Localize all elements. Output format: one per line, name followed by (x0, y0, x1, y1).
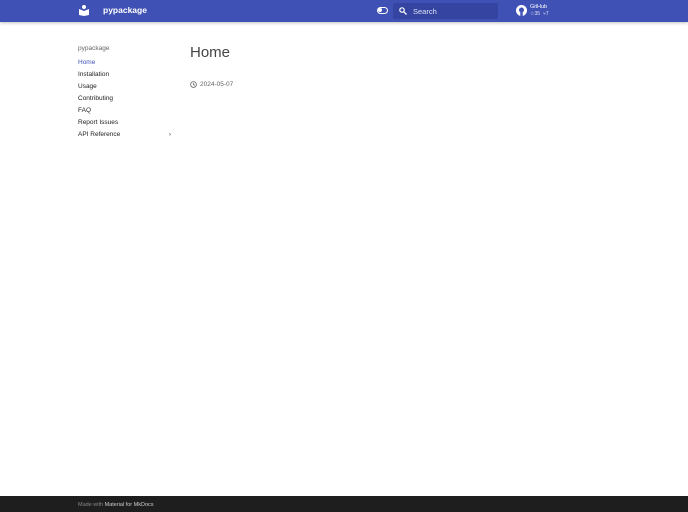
revision-date: 2024-05-07 (190, 81, 233, 88)
clock-icon (190, 81, 197, 88)
search-icon (399, 7, 407, 15)
repo-forks: 7 (545, 11, 549, 17)
sidebar-item-contributing[interactable]: Contributing (78, 93, 173, 105)
sidebar-item-home[interactable]: Home (78, 57, 173, 69)
sidebar-heading: pypackage (78, 45, 110, 52)
sidebar-nav: pypackage Home Installation Usage Contri… (78, 45, 173, 141)
repo-stats: ☆35 ⑂7 (530, 11, 549, 17)
footer: Made with Material for MkDocs (0, 496, 688, 512)
search-placeholder: Search (413, 7, 437, 16)
date-text: 2024-05-07 (200, 81, 234, 89)
sidebar-item-installation[interactable]: Installation (78, 69, 173, 81)
sidebar-item-faq[interactable]: FAQ (78, 105, 173, 117)
sidebar-item-label: API Reference (78, 131, 121, 138)
chevron-right-icon[interactable]: › (169, 129, 171, 141)
repo-stars: 35 (534, 11, 541, 17)
sidebar-item-report-issues[interactable]: Report Issues (78, 117, 173, 129)
repo-name[interactable]: GitHub (530, 4, 547, 10)
page-title: Home (190, 44, 231, 61)
site-title[interactable]: pypackage (103, 5, 147, 15)
footer-link[interactable]: Material for MkDocs (105, 502, 154, 508)
github-icon[interactable] (516, 5, 527, 16)
sidebar-item-api-reference[interactable]: API Reference › (78, 129, 173, 141)
search-input[interactable]: Search (393, 3, 498, 19)
sidebar-item-usage[interactable]: Usage (78, 81, 173, 93)
footer-prefix: Made with (78, 502, 104, 508)
header: pypackage Search GitHub ☆35 ⑂7 (0, 0, 688, 22)
book-logo-icon[interactable] (79, 5, 89, 16)
palette-toggle-icon[interactable] (377, 7, 388, 14)
